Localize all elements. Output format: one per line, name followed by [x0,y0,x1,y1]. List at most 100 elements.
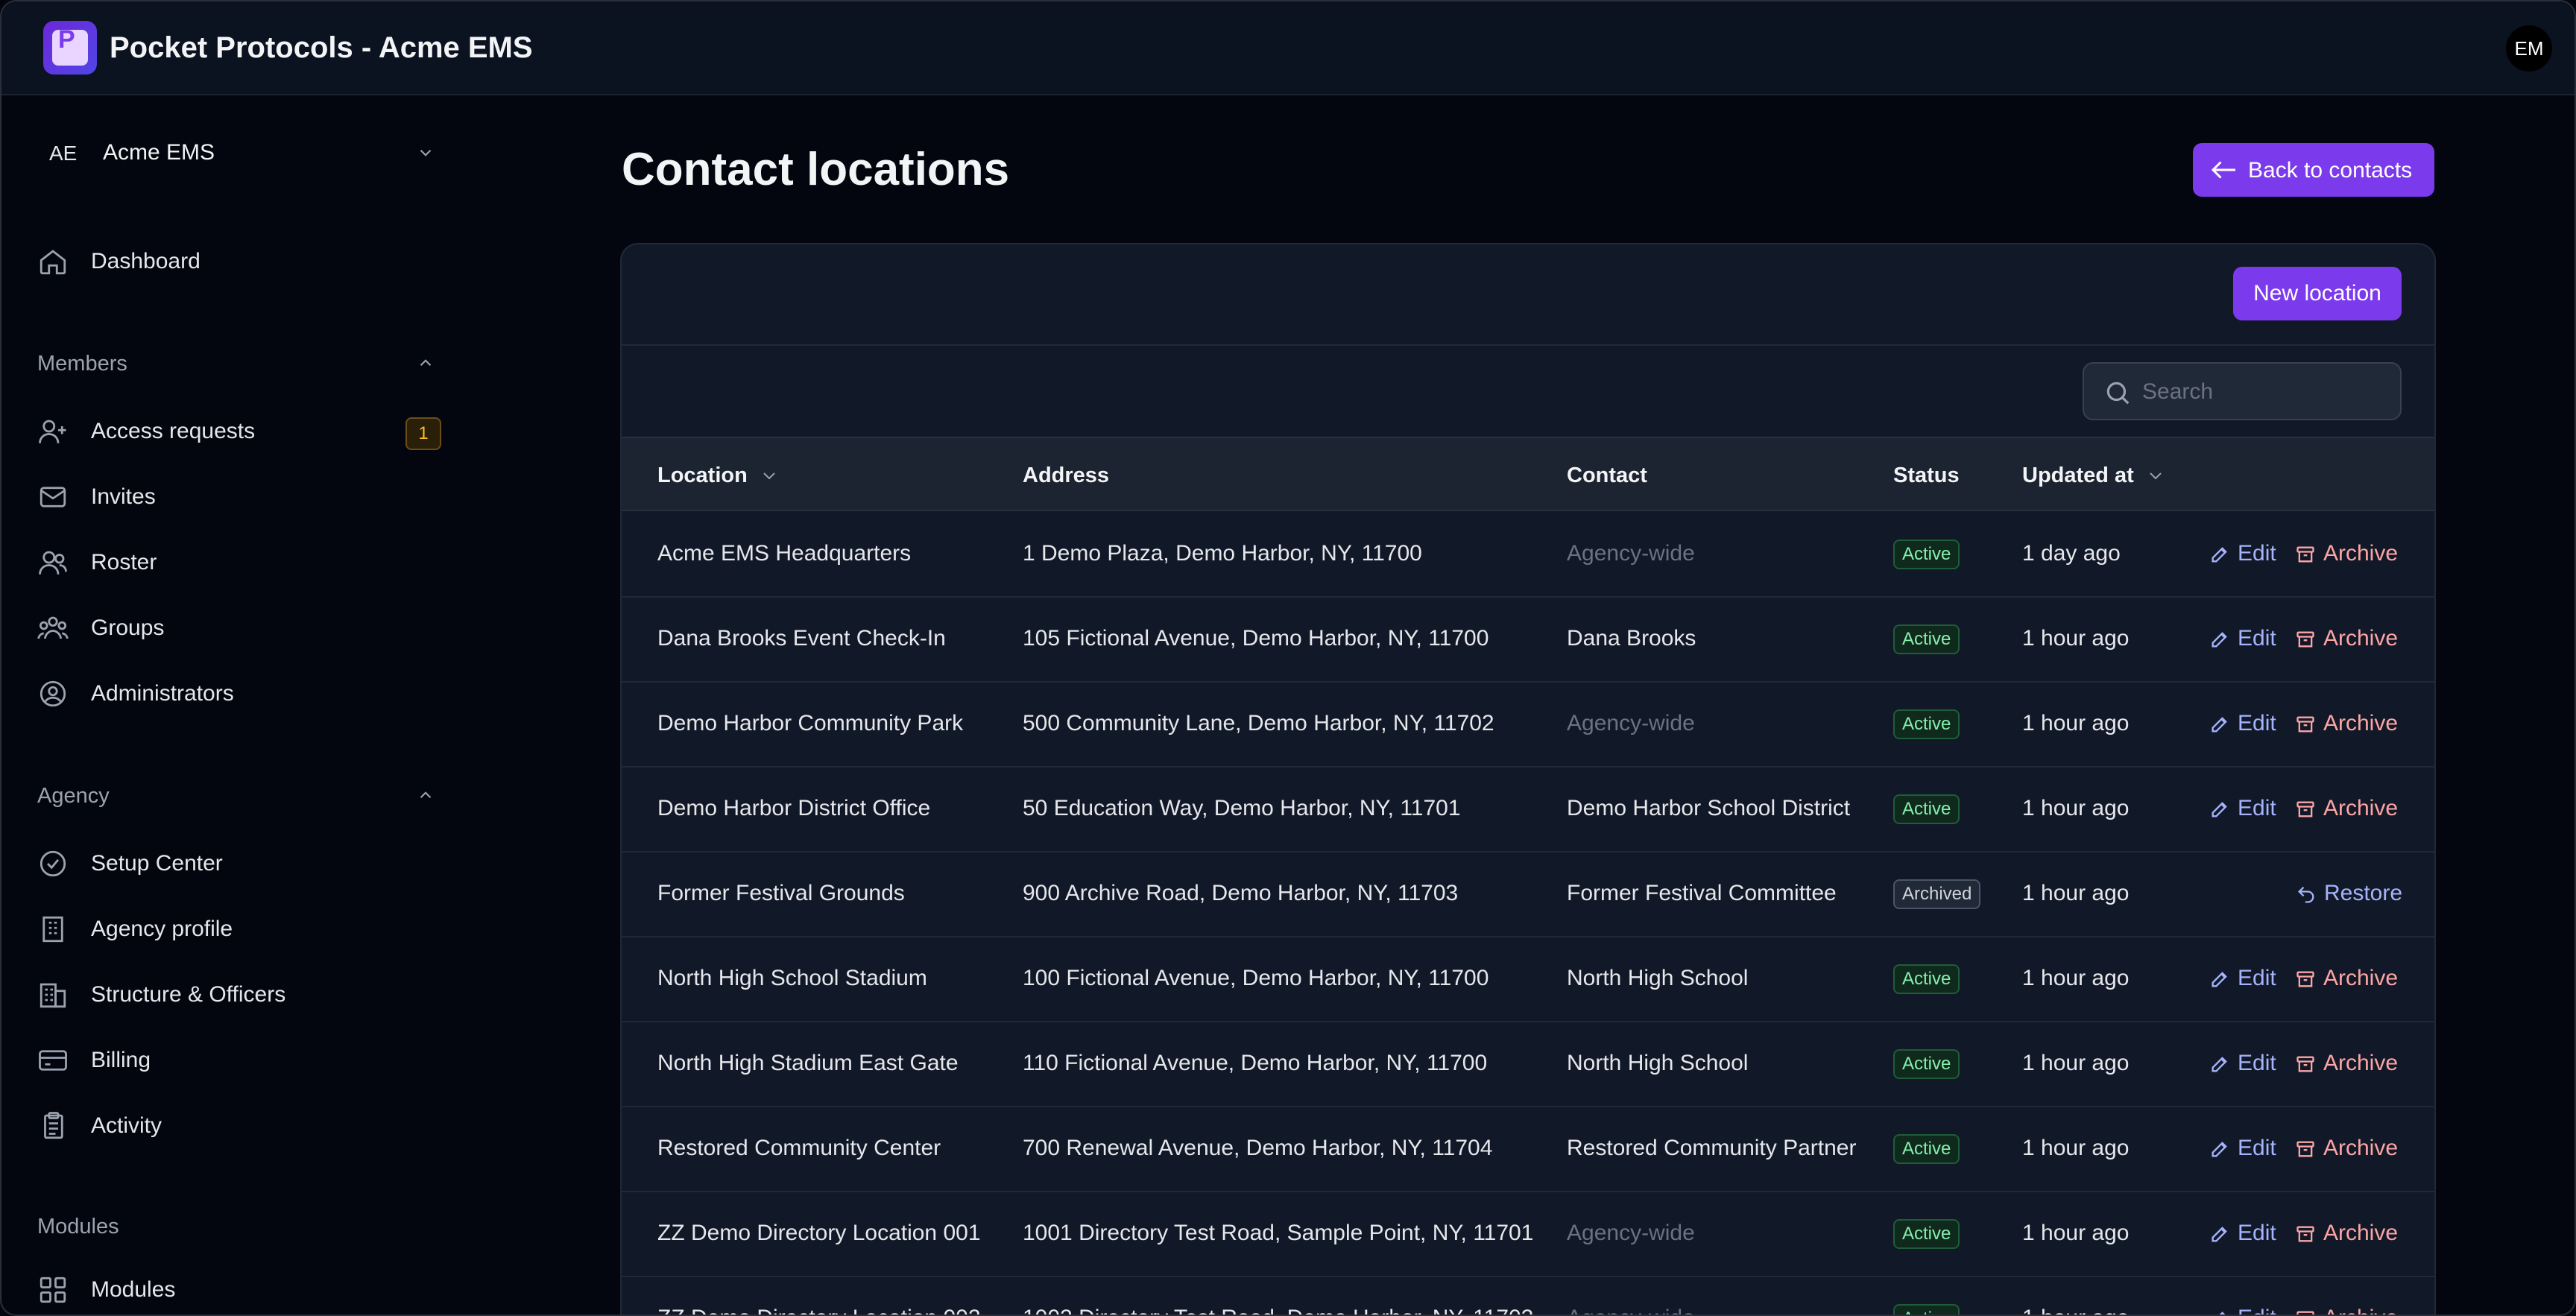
archive-button[interactable]: Archive [2295,964,2407,994]
building-icon [42,916,63,943]
search-field[interactable] [2083,362,2402,420]
user-avatar[interactable]: EM [2506,25,2552,72]
cell-contact: Dana Brooks [1567,626,1696,651]
edit-button[interactable]: Edit [2209,1049,2284,1079]
cell-updated-at: 1 hour ago [2022,711,2130,735]
cell-address: 700 Renewal Avenue, Demo Harbor, NY, 117… [1023,1136,1493,1160]
cell-contact: Former Festival Committee [1567,881,1837,905]
chevron-up-icon [420,359,432,367]
table-row[interactable]: ZZ Demo Directory Location 001 1001 Direc… [622,1192,2434,1277]
sidebar-item-invites[interactable]: Invites [37,474,440,516]
edit-button[interactable]: Edit [2209,709,2284,739]
table-row[interactable]: Demo Harbor District Office 50 Education … [622,768,2434,852]
divider [622,344,2434,346]
org-switcher[interactable]: AE Acme EMS [37,134,440,171]
table-row[interactable]: North High Stadium East Gate 110 Fictiona… [622,1022,2434,1107]
pencil-icon [2219,1312,2226,1315]
archive-icon [2296,801,2314,817]
pencil-icon [2212,972,2227,987]
search-input[interactable] [2142,377,2381,407]
cell-contact: Agency-wide [1567,1221,1695,1245]
edit-button[interactable]: Edit [2209,1304,2284,1315]
status-badge: Active [1893,1134,1960,1164]
user-plus-icon [39,420,66,443]
cell-updated-at: 1 hour ago [2022,1051,2130,1075]
table-row[interactable]: Former Festival Grounds 900 Archive Road,… [622,852,2434,937]
count-badge: 1 [405,417,441,450]
table-row[interactable]: Dana Brooks Event Check-In 105 Fictional … [622,598,2434,683]
column-label: Updated at [2022,464,2134,487]
edit-button[interactable]: Edit [2209,1134,2284,1164]
sidebar-item-roster[interactable]: Roster [37,540,440,581]
sidebar: AE Acme EMS Dashboard Members Access req… [1,97,479,1315]
archive-button[interactable]: Archive [2295,1304,2407,1315]
sidebar-item-billing[interactable]: Billing [37,1037,440,1079]
edit-button[interactable]: Edit [2209,624,2284,654]
column-label: Location [657,464,748,487]
sidebar-item-groups[interactable]: Groups [37,605,440,647]
status-badge: Active [1893,1049,1960,1079]
grid-icon [40,1277,66,1303]
sidebar-item-label: Activity [91,1113,162,1138]
org-abbr: AE [49,142,78,165]
section-agency[interactable]: Agency [37,781,440,811]
archive-button[interactable]: Archive [2295,1049,2407,1079]
cell-updated-at: 1 hour ago [2022,1221,2130,1245]
new-location-button[interactable]: New location [2233,267,2402,320]
archive-icon [2296,1141,2314,1157]
pencil-icon [2212,802,2227,817]
archive-button[interactable]: Archive [2295,794,2407,824]
archive-icon [2296,546,2314,563]
archive-button[interactable]: Archive [2295,540,2407,569]
column-address: Address [1023,464,1110,487]
table-header: Location Address Contact Status Updated … [622,437,2434,511]
archive-button[interactable]: Archive [2295,624,2407,654]
column-location[interactable]: Location [657,464,777,488]
sidebar-item-activity[interactable]: Activity [37,1103,440,1145]
restore-button[interactable]: Restore [2296,879,2408,909]
archive-button[interactable]: Archive [2295,709,2407,739]
archive-icon [2296,631,2314,648]
edit-button[interactable]: Edit [2209,794,2284,824]
sidebar-item-dashboard[interactable]: Dashboard [37,238,440,280]
cell-location: Dana Brooks Event Check-In [657,626,946,651]
status-badge: Active [1893,1219,1960,1249]
section-members[interactable]: Members [37,349,440,379]
archive-button[interactable]: Archive [2295,1134,2407,1164]
chevron-down-icon [2150,472,2162,480]
pencil-icon [2212,632,2227,648]
sidebar-item-label: Invites [91,484,156,509]
sidebar-item-label: Administrators [91,681,234,706]
sidebar-item-access-requests[interactable]: Access requests 1 [37,408,441,450]
archive-button[interactable]: Archive [2295,1219,2407,1249]
check-circle-icon [40,850,66,877]
sidebar-item-label: Structure & Officers [91,982,286,1007]
column-updated-at[interactable]: Updated at [2022,464,2164,488]
sidebar-item-structure-officers[interactable]: Structure & Officers [37,972,440,1013]
edit-button[interactable]: Edit [2209,964,2284,994]
table-row[interactable]: North High School Stadium 100 Fictional A… [622,937,2434,1022]
edit-button[interactable]: Edit [2209,1219,2284,1249]
sidebar-item-setup-center[interactable]: Setup Center [37,841,440,882]
table-row[interactable]: Demo Harbor Community Park 500 Community … [622,683,2434,768]
action-label: Edit [2238,966,2276,990]
cell-updated-at: 1 hour ago [2022,881,2130,905]
cell-location: Restored Community Center [657,1136,941,1160]
cell-address: 1001 Directory Test Road, Sample Point, … [1023,1221,1534,1245]
column-contact: Contact [1567,464,1647,487]
table-row[interactable]: Acme EMS Headquarters 1 Demo Plaza, Demo … [622,513,2434,598]
action-label: Edit [2238,1221,2276,1245]
cell-address: 1002 Directory Test Road, Demo Harbor, N… [1023,1306,1533,1315]
cell-updated-at: 1 day ago [2022,541,2121,566]
table-row[interactable]: Restored Community Center 700 Renewal Ave… [622,1107,2434,1192]
edit-button[interactable]: Edit [2209,540,2284,569]
table-row[interactable]: ZZ Demo Directory Location 002 1002 Direc… [622,1277,2434,1315]
cell-contact: Agency-wide [1567,1306,1695,1315]
org-name: Acme EMS [103,140,215,165]
action-label: Archive [2323,1136,2399,1160]
sidebar-item-agency-profile[interactable]: Agency profile [37,906,440,948]
sidebar-item-administrators[interactable]: Administrators [37,671,440,712]
app-logo[interactable]: P [43,21,97,75]
back-to-contacts-button[interactable]: Back to contacts [2193,143,2434,197]
sidebar-item-modules[interactable]: Modules [37,1267,440,1309]
